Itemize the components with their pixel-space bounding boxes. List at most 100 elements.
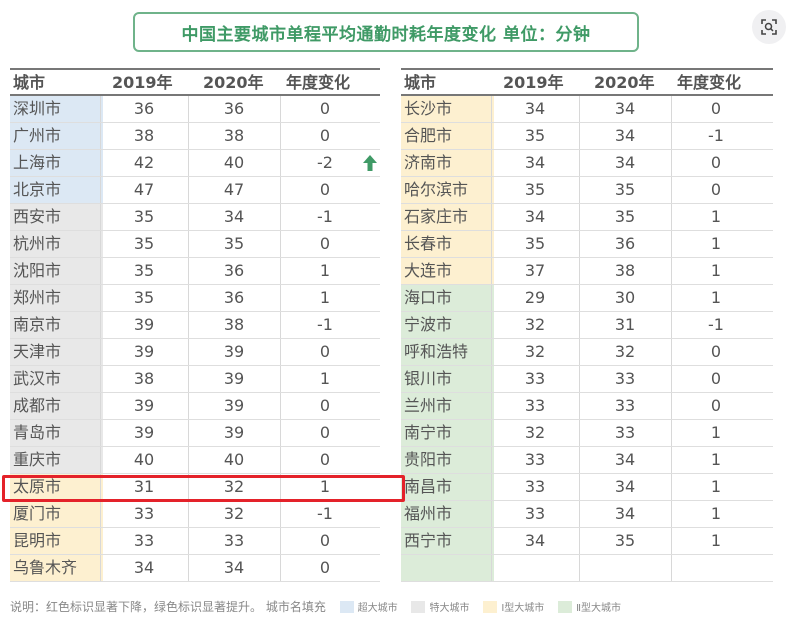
value-2020-cell: 38 [223,315,245,334]
value-2020-cell: 36 [223,99,245,118]
table-row: 郑州市 35 36 1 [10,285,380,312]
change-cell: -1 [317,315,333,334]
value-2019-cell: 39 [133,396,155,415]
value-2019-cell: 33 [524,477,546,496]
legend-swatch-type2 [558,600,573,613]
value-2020-cell: 35 [614,207,636,226]
city-cell: 青岛市 [10,420,103,446]
value-2019-cell: 33 [133,531,155,550]
table-header: 城市 2019年 2020年 年度变化 [401,68,773,96]
table-row: 南宁市 32 33 1 [401,420,773,447]
value-2019-cell: 34 [524,99,546,118]
city-cell: 长沙市 [401,96,494,122]
value-2020-cell: 38 [223,126,245,145]
change-cell: 0 [319,234,331,253]
value-2019-cell: 37 [524,261,546,280]
zoom-button[interactable] [752,10,786,44]
table-row: 南昌市 33 34 1 [401,474,773,501]
table-row: 长沙市 34 34 0 [401,96,773,123]
change-cell: 0 [319,126,331,145]
table-row: 上海市 42 40 -2 [10,150,380,177]
table-row: 福州市 33 34 1 [401,501,773,528]
table-row: 哈尔滨市 35 35 0 [401,177,773,204]
table-row: 西安市 35 34 -1 [10,204,380,231]
city-cell: 哈尔滨市 [401,177,494,203]
value-2020-cell: 34 [614,477,636,496]
value-2019-cell: 38 [133,126,155,145]
value-2019-cell: 35 [524,126,546,145]
table-row [401,555,773,582]
table-row: 石家庄市 34 35 1 [401,204,773,231]
value-2019-cell: 33 [524,450,546,469]
city-cell: 西安市 [10,204,103,230]
table-row: 昆明市 33 33 0 [10,528,380,555]
change-cell: -1 [708,315,724,334]
value-2020-cell: 34 [614,99,636,118]
header-city: 城市 [13,73,46,92]
value-2020-cell: 34 [614,126,636,145]
table-row: 重庆市 40 40 0 [10,447,380,474]
value-2020-cell: 36 [223,288,245,307]
value-2019-cell: 40 [133,450,155,469]
value-2019-cell: 38 [133,369,155,388]
city-cell: 宁波市 [401,312,494,338]
city-cell: 武汉市 [10,366,103,392]
city-cell: 天津市 [10,339,103,365]
value-2020-cell: 32 [614,342,636,361]
change-cell: -2 [317,153,333,172]
city-cell: 合肥市 [401,123,494,149]
zoom-icon [761,19,777,35]
value-2020-cell: 36 [614,234,636,253]
table-row: 天津市 39 39 0 [10,339,380,366]
city-cell: 福州市 [401,501,494,527]
city-cell: 深圳市 [10,96,103,122]
header-change: 年度变化 [286,73,351,92]
change-cell: 1 [710,207,722,226]
value-2020-cell: 35 [614,531,636,550]
value-2020-cell: 33 [614,369,636,388]
value-2019-cell: 33 [524,396,546,415]
table-row: 沈阳市 35 36 1 [10,258,380,285]
city-cell: 昆明市 [10,528,103,554]
page-title: 中国主要城市单程平均通勤时耗年度变化 单位：分钟 [133,12,639,52]
change-cell: 1 [319,261,331,280]
table-row: 贵阳市 33 34 1 [401,447,773,474]
change-cell [671,555,761,581]
value-2019-cell: 39 [133,342,155,361]
value-2020-cell: 34 [223,207,245,226]
city-cell: 石家庄市 [401,204,494,230]
table-row: 武汉市 38 39 1 [10,366,380,393]
value-2020-cell: 47 [223,180,245,199]
value-2019-cell: 35 [524,180,546,199]
header-2020: 2020年 [203,73,264,92]
table-row: 北京市 47 47 0 [10,177,380,204]
city-cell: 贵阳市 [401,447,494,473]
legend-label-super: 超大城市 [357,603,398,614]
table-row: 长春市 35 36 1 [401,231,773,258]
legend-label-type2: Ⅱ型大城市 [576,603,622,614]
change-cell: 1 [710,261,722,280]
value-2019-cell: 32 [524,423,546,442]
value-2019-cell: 32 [524,342,546,361]
table-row: 杭州市 35 35 0 [10,231,380,258]
city-cell: 呼和浩特 [401,339,494,365]
city-cell: 北京市 [10,177,103,203]
value-2020-cell: 39 [223,423,245,442]
value-2019-cell: 34 [133,558,155,577]
value-2020-cell: 39 [223,369,245,388]
change-cell: 0 [319,450,331,469]
value-2020-cell: 35 [223,234,245,253]
table-row: 海口市 29 30 1 [401,285,773,312]
change-cell: 1 [710,477,722,496]
header-2019: 2019年 [503,73,564,92]
change-cell: 1 [710,504,722,523]
change-cell: 1 [319,288,331,307]
table-row: 深圳市 36 36 0 [10,96,380,123]
value-2020-cell: 40 [223,153,245,172]
change-cell: 1 [710,531,722,550]
value-2019-cell: 35 [133,288,155,307]
change-cell: 0 [710,342,722,361]
city-cell: 南京市 [10,312,103,338]
value-2019-cell: 35 [133,207,155,226]
change-cell: 1 [710,234,722,253]
